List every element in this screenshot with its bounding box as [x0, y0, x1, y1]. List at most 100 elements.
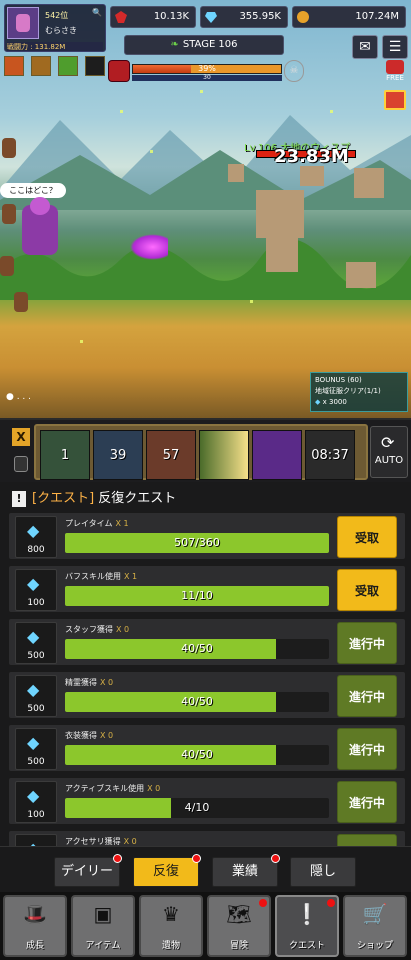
auto-button[interactable]: ⟳ AUTO: [370, 426, 408, 478]
stage-indicator[interactable]: ❧ STAGE 106: [124, 35, 284, 55]
tab-daily[interactable]: デイリー: [54, 854, 122, 887]
ruby-icon: [115, 11, 127, 23]
free-reward-button[interactable]: FREE: [380, 60, 410, 84]
quest-name: バフスキル使用: [65, 572, 121, 581]
nav-items[interactable]: ▣ アイテム: [71, 895, 135, 957]
mail-button[interactable]: ✉: [352, 35, 378, 59]
gold-coin-icon: [297, 11, 309, 23]
buff-dark-icon[interactable]: [85, 56, 106, 76]
notification-dot: [259, 899, 267, 907]
chest-icon: ▣: [93, 902, 113, 926]
skill-cooldown-timer: 08:37: [305, 430, 355, 480]
enemy-rock-golem: [256, 190, 304, 238]
exclamation-icon: !: [12, 491, 26, 507]
boss-progress: 39% 30 ☠: [108, 60, 308, 84]
skull-icon[interactable]: ☠: [284, 60, 304, 82]
nav-relics[interactable]: ♛ 遺物: [139, 895, 203, 957]
quest-title-line: バフスキル使用 X 1: [65, 571, 137, 582]
quest-progress-text: 40/50: [181, 748, 213, 761]
crown-icon: ♛: [162, 902, 180, 926]
boss-percent: 39%: [198, 64, 216, 73]
bottom-nav: 🎩 成長 ▣ アイテム ♛ 遺物 🗺 冒険 ❕ クエスト 🛒 ショップ: [0, 892, 411, 960]
in-progress-button[interactable]: [337, 834, 397, 846]
search-icon[interactable]: 🔍: [92, 8, 102, 17]
attack-effect: [130, 234, 168, 260]
player-name: むらさき: [45, 26, 77, 35]
hero-speech-bubble: ここはどこ？: [0, 183, 66, 198]
nav-quest[interactable]: ❕ クエスト: [275, 895, 339, 957]
free-label: FREE: [386, 74, 404, 82]
nav-growth[interactable]: 🎩 成長: [3, 895, 67, 957]
gold-counter[interactable]: 107.24M: [292, 6, 406, 28]
in-progress-button[interactable]: 進行中: [337, 622, 397, 664]
avatar[interactable]: [7, 7, 39, 39]
claim-button[interactable]: 受取: [337, 516, 397, 558]
nav-adventure[interactable]: 🗺 冒険: [207, 895, 271, 957]
quest-multiplier: X 0: [100, 731, 114, 740]
skill-slot-ready[interactable]: [199, 430, 249, 480]
diamond-amount: 355.95K: [239, 11, 281, 22]
diamond-icon: ◆: [27, 521, 40, 540]
ruby-counter[interactable]: 10.13K: [110, 6, 196, 28]
diamond-counter[interactable]: 355.95K: [200, 6, 288, 28]
bonus-panel[interactable]: BOUNUS (60) 地域征服クリア(1/1) ◆ x 3000: [310, 372, 408, 412]
quest-row: ◆ 800 プレイタイム X 1 507/360 受取: [8, 512, 406, 560]
in-progress-button[interactable]: 進行中: [337, 781, 397, 823]
skill-slot[interactable]: 39: [93, 430, 143, 480]
ruby-amount: 10.13K: [153, 11, 189, 22]
chat-button[interactable]: ● . . .: [6, 392, 40, 406]
shield-icon[interactable]: [14, 456, 28, 472]
quest-row: ◆ 500 精霊獲得 X 0 40/50 進行中: [8, 671, 406, 719]
notification-dot: [327, 899, 335, 907]
quest-multiplier: X 0: [100, 678, 114, 687]
tab-achievements[interactable]: 業績: [212, 854, 280, 887]
player-profile-panel[interactable]: 542位 🔍 むらさき 戦闘力 : 131.82M: [4, 4, 106, 52]
wizard-hat-icon: 🎩: [22, 902, 48, 926]
buff-flame-icon[interactable]: [31, 56, 52, 76]
reward-amount: 500: [27, 704, 45, 714]
active-buffs: [4, 56, 107, 78]
reward-slot: ◆ 100: [15, 569, 57, 611]
in-progress-button[interactable]: 進行中: [337, 675, 397, 717]
stage-label: STAGE 106: [182, 39, 238, 50]
refresh-icon: ⟳: [381, 433, 395, 452]
damage-number: 23.83M: [274, 146, 349, 167]
in-progress-button[interactable]: 進行中: [337, 728, 397, 770]
skill-slot[interactable]: 1: [40, 430, 90, 480]
player-rank: 542位: [45, 11, 69, 20]
quest-title-line: プレイタイム X 1: [65, 518, 129, 529]
close-x-icon[interactable]: X: [12, 428, 30, 446]
quest-list[interactable]: ◆ 800 プレイタイム X 1 507/360 受取 ◆ 100 バフスキル使用 X 1 11/1…: [8, 512, 406, 846]
reward-amount: 100: [27, 810, 45, 820]
notification-dot: [113, 854, 122, 863]
skill-slot[interactable]: 57: [146, 430, 196, 480]
gift-box-icon[interactable]: [384, 90, 406, 110]
combat-power: 戦闘力 : 131.82M: [7, 42, 103, 51]
nav-shop[interactable]: 🛒 ショップ: [343, 895, 407, 957]
reward-slot: ◆ 500: [15, 675, 57, 717]
bonus-title: BOUNUS (60): [315, 376, 362, 384]
skill-slot-ready[interactable]: [252, 430, 302, 480]
ally-character: [2, 138, 16, 158]
free-gift-icon: [386, 60, 404, 74]
claim-button[interactable]: 受取: [337, 569, 397, 611]
menu-button[interactable]: ☰: [382, 35, 408, 59]
quest-multiplier: X 0: [147, 784, 161, 793]
gold-amount: 107.24M: [355, 11, 399, 22]
quest-name: プレイタイム: [65, 519, 113, 528]
quest-progress-text: 11/10: [181, 589, 213, 602]
buff-fire-icon[interactable]: [4, 56, 24, 76]
reward-amount: 500: [27, 757, 45, 767]
quest-name: 精霊獲得: [65, 678, 97, 687]
reward-slot: ◆ 800: [15, 516, 57, 558]
quest-row: ◆ アクセサリ獲得X 0: [8, 830, 406, 846]
quest-row: ◆ 100 アクティブスキル使用 X 0 4/10 進行中: [8, 777, 406, 825]
boss-demon-icon[interactable]: [108, 60, 130, 82]
tab-repeat[interactable]: 反復: [133, 854, 201, 887]
tab-hidden[interactable]: 隠し: [290, 857, 356, 887]
buff-nature-icon[interactable]: [58, 56, 79, 76]
quest-progress-text: 507/360: [174, 536, 220, 549]
reward-slot: ◆ 500: [15, 622, 57, 664]
quest-title-line: 精霊獲得 X 0: [65, 677, 113, 688]
bonus-desc: 地域征服クリア(1/1): [315, 387, 381, 395]
